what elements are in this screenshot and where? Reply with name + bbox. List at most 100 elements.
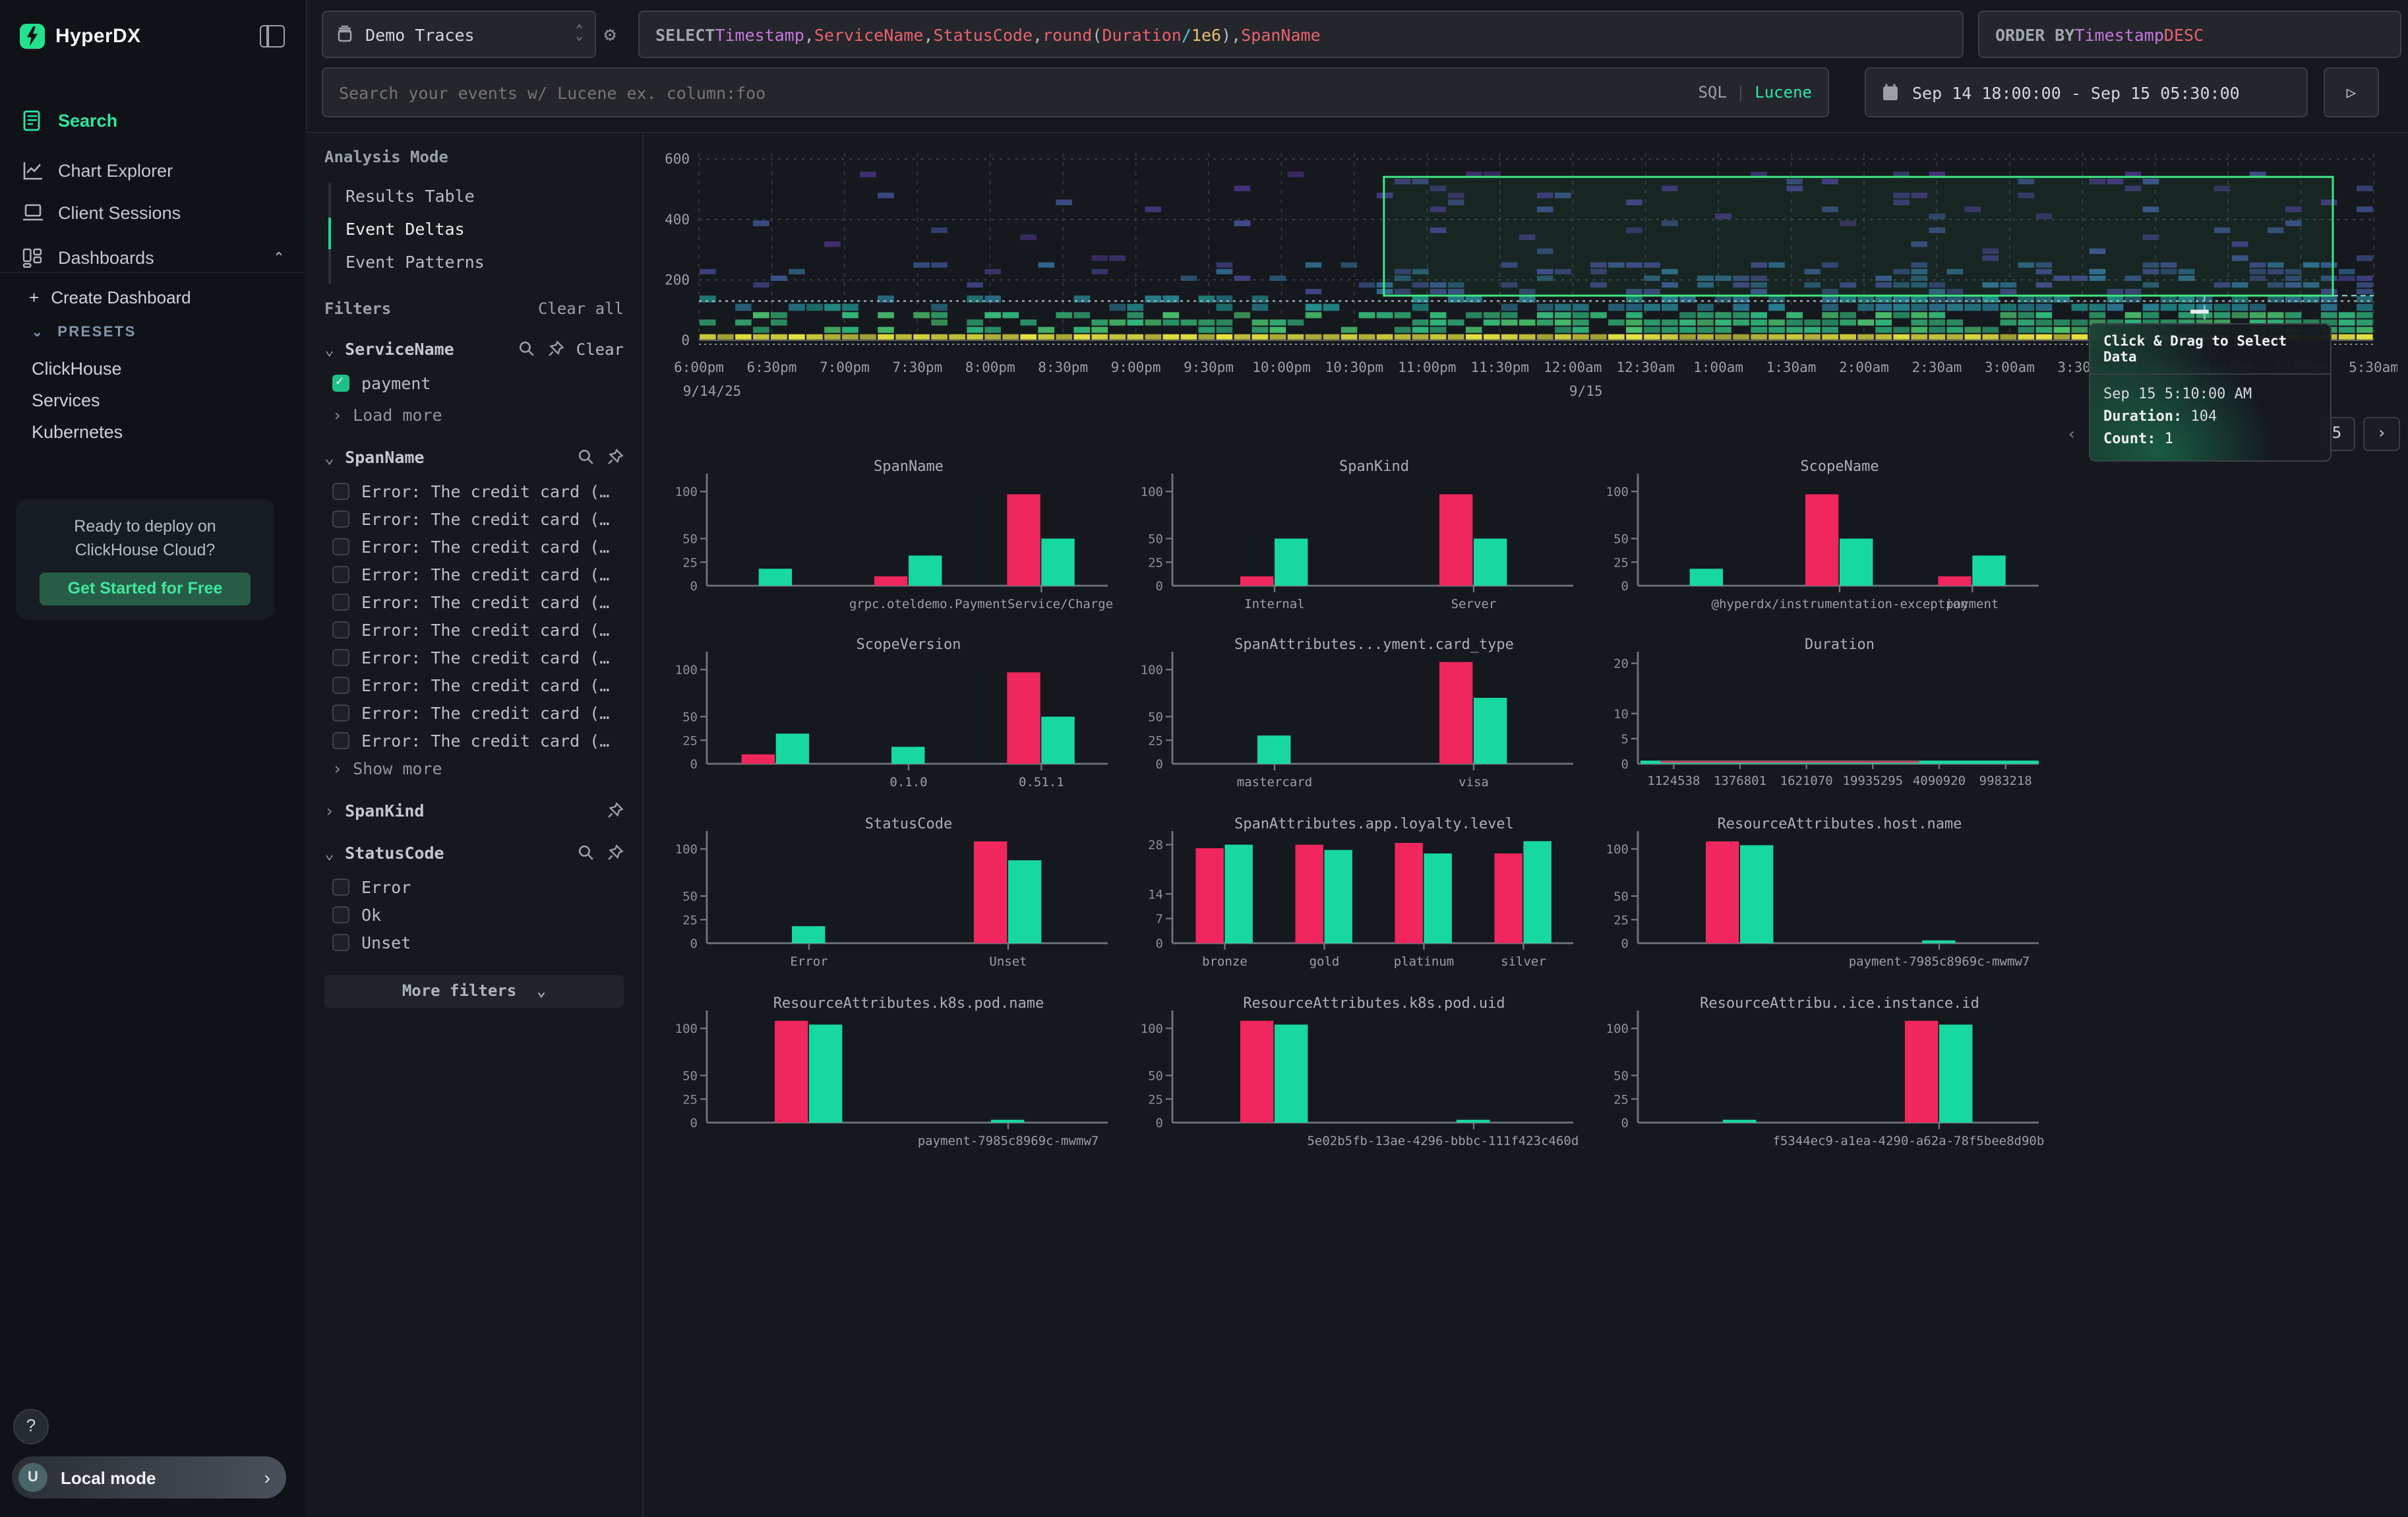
filter-option-span-error[interactable]: Error: The credit card (… [332,509,609,529]
select-query-editor[interactable]: SELECT Timestamp, ServiceName, StatusCod… [638,11,1964,58]
delta-chart-statuscode[interactable]: StatusCode02550100ErrorUnset [659,814,1114,988]
help-button[interactable]: ? [13,1409,49,1444]
checkbox[interactable] [332,649,349,666]
presets-toggle[interactable]: ⌄PRESETS [32,325,136,340]
svg-text:SpanAttributes.app.loyalty.lev: SpanAttributes.app.loyalty.level [1234,816,1514,832]
get-started-button[interactable]: Get Started for Free [40,573,251,605]
delta-chart-scopeversion[interactable]: ScopeVersion025501000.1.00.51.1 [659,635,1114,809]
pagination-next-button[interactable]: › [2363,417,2400,451]
filter-option-ok[interactable]: Ok [332,905,381,925]
svg-text:9:00pm: 9:00pm [1111,359,1161,375]
analysis-mode-event-deltas[interactable]: Event Deltas [346,219,465,239]
delta-chart-resourceattributes-k8s-pod-uid[interactable]: ResourceAttributes.k8s.pod.uid025501005e… [1125,993,1580,1167]
local-mode-pill[interactable]: U Local mode › [12,1456,286,1499]
query-language-toggle[interactable]: SQL | Lucene [1698,83,1812,102]
filter-option-span-error[interactable]: Error: The credit card (… [332,703,609,723]
svg-text:5: 5 [1621,732,1629,747]
delta-chart-spanname[interactable]: SpanName02550100grpc.oteldemo.PaymentSer… [659,456,1114,631]
checkbox[interactable] [332,879,349,896]
filter-option-span-error[interactable]: Error: The credit card (… [332,565,609,584]
event-search-bar[interactable]: SQL | Lucene [322,67,1829,117]
filter-group-spanname[interactable]: ⌄ SpanName [324,447,624,467]
clickhouse-cloud-promo-card: Ready to deploy on ClickHouse Cloud? Get… [16,499,274,620]
lucene-toggle[interactable]: Lucene [1755,83,1812,102]
chevron-up-icon[interactable]: ⌃ [273,249,285,266]
svg-text:1:30am: 1:30am [1766,359,1817,375]
svg-text:7: 7 [1156,912,1163,927]
pin-icon[interactable] [607,449,624,466]
sidebar-item-chart-explorer[interactable]: Chart Explorer [0,153,306,187]
filter-option-span-error[interactable]: Error: The credit card (… [332,481,609,501]
checkbox[interactable] [332,677,349,694]
checkbox[interactable] [332,621,349,638]
checkbox[interactable] [332,704,349,722]
search-icon[interactable] [578,449,595,466]
svg-text:9/14/25: 9/14/25 [683,383,742,399]
svg-text:@hyperdx/instrumentation-excep: @hyperdx/instrumentation-exception [1712,597,1968,611]
checkbox-checked[interactable] [332,375,349,392]
date-range-picker[interactable]: Sep 14 18:00:00 - Sep 15 05:30:00 [1865,67,2308,117]
search-icon[interactable] [578,844,595,861]
svg-text:50: 50 [1613,1069,1629,1084]
checkbox[interactable] [332,732,349,749]
filter-option-span-error[interactable]: Error: The credit card (… [332,731,609,751]
filter-option-span-error[interactable]: Error: The credit card (… [332,620,609,640]
pin-icon[interactable] [547,340,564,357]
sidebar-item-clickhouse[interactable]: ClickHouse [32,359,122,379]
checkbox[interactable] [332,566,349,583]
analysis-mode-results-table[interactable]: Results Table [346,186,475,206]
delta-chart-duration[interactable]: Duration05102011245381376801162107019935… [1590,635,2045,809]
filter-option-span-error[interactable]: Error: The credit card (… [332,537,609,557]
pin-icon[interactable] [607,802,624,819]
checkbox[interactable] [332,594,349,611]
sidebar-item-kubernetes[interactable]: Kubernetes [32,422,123,442]
sidebar-collapse-icon[interactable] [260,25,285,47]
delta-chart-spanattributes-app-loyalty-level[interactable]: SpanAttributes.app.loyalty.level071428br… [1125,814,1580,988]
search-icon[interactable] [518,340,535,357]
pagination-prev-button[interactable]: ‹ [2057,419,2086,451]
filter-option-unset[interactable]: Unset [332,933,411,952]
show-more-button[interactable]: › Show more [332,758,442,778]
filter-option-span-error[interactable]: Error: The credit card (… [332,592,609,612]
filter-option-error[interactable]: Error [332,877,411,897]
sidebar-item-search[interactable]: Search [0,103,306,137]
analysis-mode-event-patterns[interactable]: Event Patterns [346,252,485,272]
sidebar-item-dashboards[interactable]: Dashboards ⌃ [0,240,306,274]
filter-group-servicename[interactable]: ⌄ ServiceName Clear [324,339,624,359]
checkbox[interactable] [332,906,349,923]
search-input[interactable] [323,82,1698,102]
filter-group-statuscode[interactable]: ⌄ StatusCode [324,843,624,863]
source-select[interactable]: Demo Traces ⌃⌄ [322,11,596,58]
load-more-button[interactable]: › Load more [332,405,442,425]
sidebar-item-client-sessions[interactable]: Client Sessions [0,195,306,230]
filter-option-span-error[interactable]: Error: The credit card (… [332,675,609,695]
svg-text:ResourceAttributes.k8s.pod.nam: ResourceAttributes.k8s.pod.name [773,995,1044,1012]
checkbox[interactable] [332,511,349,528]
filter-option-payment[interactable]: payment [332,373,431,393]
more-filters-button[interactable]: More filters ⌄ [324,975,624,1008]
delta-chart-spanattributes-yment-card-type[interactable]: SpanAttributes...yment.card_type02550100… [1125,635,1580,809]
checkbox[interactable] [332,483,349,500]
svg-text:ScopeName: ScopeName [1800,458,1879,475]
filter-group-spankind[interactable]: › SpanKind [324,801,624,820]
svg-text:600: 600 [665,151,690,167]
tooltip-time: Sep 15 5:10:00 AM [2090,375,2330,405]
svg-text:0: 0 [1156,937,1163,951]
delta-chart-spankind[interactable]: SpanKind02550100InternalServer [1125,456,1580,631]
run-query-button[interactable]: ▷ [2324,67,2379,117]
delta-chart-resourceattribu-ice-instance-id[interactable]: ResourceAttribu..ice.instance.id02550100… [1590,993,2045,1167]
delta-chart-resourceattributes-host-name[interactable]: ResourceAttributes.host.name02550100paym… [1590,814,2045,988]
delta-chart-resourceattributes-k8s-pod-name[interactable]: ResourceAttributes.k8s.pod.name02550100p… [659,993,1114,1167]
gear-icon[interactable]: ⚙ [604,22,616,46]
pin-icon[interactable] [607,844,624,861]
sidebar-item-services[interactable]: Services [32,390,100,410]
sql-toggle[interactable]: SQL [1698,83,1726,102]
filter-option-span-error[interactable]: Error: The credit card (… [332,648,609,667]
checkbox[interactable] [332,538,349,555]
checkbox[interactable] [332,934,349,951]
create-dashboard-button[interactable]: +Create Dashboard [29,288,191,307]
delta-chart-scopename[interactable]: ScopeName02550100@hyperdx/instrumentatio… [1590,456,2045,631]
clear-all-button[interactable]: Clear all [538,299,624,318]
order-by-editor[interactable]: ORDER BY Timestamp DESC [1978,11,2401,58]
clear-filter-button[interactable]: Clear [576,340,624,358]
